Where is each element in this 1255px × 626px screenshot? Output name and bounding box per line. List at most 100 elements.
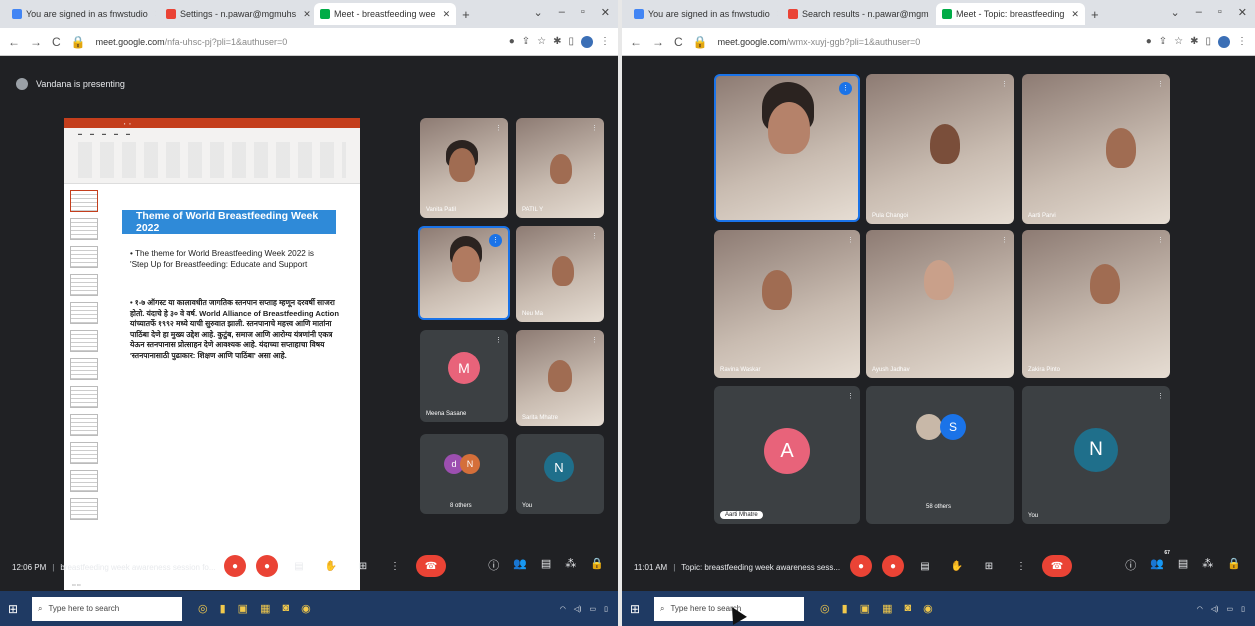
captions-icon[interactable]: ▤ [288, 555, 310, 577]
menu-icon[interactable]: ⋮ [1237, 36, 1247, 47]
folder-icon[interactable]: ▣ [860, 602, 870, 615]
participant-tile-others[interactable]: d N 8 others [420, 434, 508, 514]
raise-hand-icon[interactable]: ✋ [946, 555, 968, 577]
captions-icon[interactable]: ▤ [914, 555, 936, 577]
volume-icon[interactable]: ◁) [574, 605, 582, 613]
share-icon[interactable]: ⇪ [522, 36, 530, 47]
people-icon[interactable]: 👥 [513, 557, 527, 573]
maximize-icon[interactable]: ▫ [1218, 6, 1222, 19]
browser-tab-account[interactable]: You are signed in as fnwstudio ✕ [628, 3, 778, 25]
windows-start-icon[interactable]: ⊞ [8, 602, 22, 616]
url-field[interactable]: meet.google.com/nfa-uhsc-pj?pli=1&authus… [96, 37, 499, 47]
more-options-icon[interactable]: ⋮ [495, 124, 502, 132]
sidebar-icon[interactable]: ▯ [1205, 36, 1211, 47]
chat-icon[interactable]: ▤ [1178, 557, 1188, 573]
raise-hand-icon[interactable]: ✋ [320, 555, 342, 577]
task-view-icon[interactable]: ◎ [820, 602, 830, 615]
store-icon[interactable]: ▦ [882, 602, 892, 615]
more-options-icon[interactable]: ⋮ [847, 392, 854, 400]
avatar[interactable] [1218, 35, 1230, 48]
close-icon[interactable]: ✕ [443, 9, 451, 20]
forward-icon[interactable]: → [652, 35, 664, 49]
chat-icon[interactable]: ▤ [541, 557, 551, 573]
notification-icon[interactable]: ▯ [1241, 605, 1245, 613]
info-icon[interactable]: ⓘ [488, 557, 499, 573]
more-options-icon[interactable]: ⋮ [384, 555, 406, 577]
minimize-icon[interactable]: – [1196, 6, 1202, 19]
clock-icon[interactable]: ▭ [590, 605, 597, 613]
camera-icon[interactable]: ● [509, 36, 515, 47]
new-tab-icon[interactable]: + [462, 7, 470, 22]
more-options-icon[interactable]: ⋮ [591, 336, 598, 344]
star-icon[interactable]: ☆ [1174, 36, 1183, 47]
notification-icon[interactable]: ▯ [604, 605, 608, 613]
close-window-icon[interactable]: ✕ [601, 6, 610, 19]
more-options-icon[interactable]: ⋮ [495, 336, 502, 344]
mail-icon[interactable]: ◙ [904, 602, 911, 615]
forward-icon[interactable]: → [30, 35, 42, 49]
camera-off-icon[interactable]: ● [882, 555, 904, 577]
more-options-icon[interactable]: ⋮ [591, 124, 598, 132]
close-icon[interactable]: ✕ [1071, 9, 1079, 20]
camera-icon[interactable]: ● [1146, 36, 1152, 47]
url-field[interactable]: meet.google.com/wmx-xuyj-ggb?pli=1&authu… [718, 37, 1136, 47]
wifi-icon[interactable]: ◠ [1197, 605, 1203, 613]
end-call-button[interactable]: ☎ [416, 555, 446, 577]
info-icon[interactable]: ⓘ [1125, 557, 1136, 573]
more-options-icon[interactable]: ⋮ [1001, 236, 1008, 244]
close-icon[interactable]: ✕ [777, 9, 778, 20]
more-options-icon[interactable]: ⋮ [1157, 392, 1164, 400]
task-view-icon[interactable]: ◎ [198, 602, 208, 615]
maximize-icon[interactable]: ▫ [581, 6, 585, 19]
reload-icon[interactable]: C [52, 35, 61, 49]
microphone-off-icon[interactable]: ● [224, 555, 246, 577]
more-options-icon[interactable]: ⋮ [1157, 80, 1164, 88]
activities-icon[interactable]: ⁂ [1202, 557, 1213, 573]
share-icon[interactable]: ⇪ [1159, 36, 1167, 47]
reload-icon[interactable]: C [674, 35, 683, 49]
browser-tab-meet[interactable]: Meet - Topic: breastfeeding ✕ [936, 3, 1085, 25]
close-icon[interactable]: ✕ [303, 9, 310, 20]
participant-tile-others[interactable]: S 58 others [866, 386, 1014, 524]
browser-tab-account[interactable]: You are signed in as fnwstudio ✕ [6, 3, 156, 25]
chevron-down-icon[interactable]: ⌄ [534, 6, 543, 19]
extension-icon[interactable]: ✱ [1190, 36, 1198, 47]
people-icon[interactable]: 👥 67 [1150, 550, 1170, 573]
close-window-icon[interactable]: ✕ [1238, 6, 1247, 19]
chrome-icon[interactable]: ◉ [301, 602, 311, 615]
chrome-icon[interactable]: ◉ [923, 602, 933, 615]
wifi-icon[interactable]: ◠ [560, 605, 566, 613]
back-icon[interactable]: ← [630, 35, 642, 49]
browser-tab-search[interactable]: Search results - n.pawar@mgm✕ [782, 3, 932, 25]
minimize-icon[interactable]: – [559, 6, 565, 19]
star-icon[interactable]: ☆ [537, 36, 546, 47]
extension-icon[interactable]: ✱ [553, 36, 561, 47]
browser-tab-meet[interactable]: Meet - breastfeeding wee ✕ [314, 3, 457, 25]
microphone-off-icon[interactable]: ● [850, 555, 872, 577]
activities-icon[interactable]: ⁂ [565, 557, 576, 573]
menu-icon[interactable]: ⋮ [600, 36, 610, 47]
camera-off-icon[interactable]: ● [256, 555, 278, 577]
host-controls-icon[interactable]: 🔒 [1227, 557, 1241, 573]
store-icon[interactable]: ▦ [260, 602, 270, 615]
chevron-down-icon[interactable]: ⌄ [1171, 6, 1180, 19]
taskbar-search[interactable]: ⌕ Type here to search [32, 596, 182, 621]
host-controls-icon[interactable]: 🔒 [590, 557, 604, 573]
browser-tab-settings[interactable]: Settings - n.pawar@mgmuhs ✕ [160, 3, 310, 25]
avatar[interactable] [581, 35, 593, 48]
volume-icon[interactable]: ◁) [1211, 605, 1219, 613]
file-explorer-icon[interactable]: ▮ [220, 602, 226, 615]
sidebar-icon[interactable]: ▯ [568, 36, 574, 47]
clock-icon[interactable]: ▭ [1227, 605, 1234, 613]
present-icon[interactable]: ⊞ [352, 555, 374, 577]
present-icon[interactable]: ⊞ [978, 555, 1000, 577]
file-explorer-icon[interactable]: ▮ [842, 602, 848, 615]
more-options-icon[interactable]: ⋮ [1010, 555, 1032, 577]
folder-icon[interactable]: ▣ [238, 602, 248, 615]
new-tab-icon[interactable]: + [1091, 7, 1099, 22]
more-options-icon[interactable]: ⋮ [1001, 80, 1008, 88]
mail-icon[interactable]: ◙ [282, 602, 289, 615]
end-call-button[interactable]: ☎ [1042, 555, 1072, 577]
back-icon[interactable]: ← [8, 35, 20, 49]
more-options-icon[interactable]: ⋮ [1157, 236, 1164, 244]
